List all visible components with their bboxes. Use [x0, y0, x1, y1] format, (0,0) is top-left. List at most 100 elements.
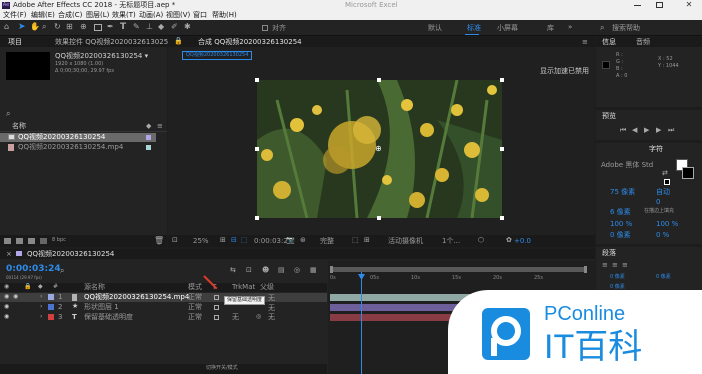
transparency-grid-icon[interactable]: ⊟ — [231, 237, 237, 244]
minimize-button[interactable] — [634, 5, 641, 6]
puppet-tool-icon[interactable]: ✱ — [184, 23, 191, 31]
exposure-value[interactable]: +0.0 — [514, 238, 531, 245]
layer-row[interactable]: ◉ ◉ › 1 QQ视频20200326130254.mp4 正常 — [0, 293, 327, 302]
stroke-width-value[interactable]: 6 像素 — [610, 209, 631, 216]
paragraph-tab[interactable]: 段落 — [602, 250, 616, 257]
bounding-handle[interactable] — [377, 216, 381, 220]
stamp-tool-icon[interactable]: ⊥ — [146, 23, 153, 31]
show-channel-icon[interactable]: ⊛ — [300, 237, 306, 244]
menu-window[interactable]: 窗口 — [193, 12, 207, 19]
workspace-small-screen[interactable]: 小屏幕 — [497, 25, 518, 32]
motion-blur-icon[interactable]: ◎ — [294, 267, 300, 274]
column-source-name[interactable]: 源名称 — [84, 284, 105, 291]
visibility-icon[interactable]: ◉ — [4, 314, 9, 320]
stroke-color-swatch[interactable] — [682, 167, 694, 179]
workspace-standard[interactable]: 标准 — [467, 25, 481, 32]
delete-icon[interactable]: 🗑 — [154, 237, 164, 245]
leading-value[interactable]: 自动 — [656, 189, 670, 196]
project-tab[interactable]: 项目 — [8, 39, 22, 46]
vertical-scale-value[interactable]: 100 % — [610, 221, 632, 228]
fast-preview-icon[interactable]: ⬚ — [352, 237, 359, 244]
flowchart-icon[interactable]: ⊞ — [364, 237, 370, 244]
timeline-search-icon[interactable]: ⌕ — [60, 267, 64, 275]
align-right-icon[interactable]: ≡ — [622, 262, 628, 269]
effects-controls-tab[interactable]: 效果控件 QQ视频20200326130254 — [55, 39, 173, 46]
play-icon[interactable]: ▶ — [644, 127, 649, 134]
previous-frame-icon[interactable]: ◀ — [632, 127, 637, 134]
column-name[interactable]: 名称 — [12, 123, 26, 130]
font-family-dropdown[interactable]: Adobe 黑体 Std — [601, 162, 653, 169]
draft-3d-icon[interactable]: ⊡ — [246, 267, 252, 274]
workspace-default[interactable]: 默认 — [428, 25, 442, 32]
lock-icon[interactable]: 🔒 — [174, 38, 183, 45]
expand-layer-icon[interactable]: › — [40, 294, 42, 300]
workspace-menu-icon[interactable]: » — [568, 24, 572, 31]
camera-tool-icon[interactable]: ⊞ — [66, 23, 73, 31]
column-trkmat[interactable]: TrkMat — [232, 284, 255, 291]
visibility-icon[interactable]: ◉ — [4, 304, 9, 310]
menu-file[interactable]: 文件(F) — [3, 12, 27, 19]
align-left-icon[interactable]: ≡ — [602, 262, 608, 269]
hand-tool-icon[interactable]: ✋ — [30, 23, 40, 31]
column-mode[interactable]: 模式 — [188, 284, 202, 291]
roto-tool-icon[interactable]: ✐ — [171, 23, 178, 31]
work-area-start-handle[interactable] — [330, 266, 333, 273]
toggle-switches-modes[interactable]: 切换开关/模式 — [206, 366, 238, 371]
zoom-tool-icon[interactable]: ⌕ — [42, 23, 46, 31]
selection-tool-icon[interactable]: ➤ — [18, 23, 26, 32]
layer-mode[interactable]: 正常 — [188, 304, 202, 311]
eraser-tool-icon[interactable]: ◆ — [158, 23, 164, 31]
bounding-handle[interactable] — [255, 78, 259, 82]
close-button[interactable]: ✕ — [680, 0, 698, 10]
menu-animation[interactable]: 动画(A) — [139, 12, 163, 19]
baseline-shift-value[interactable]: 0 像素 — [610, 232, 631, 239]
timeline-current-time[interactable]: 0:00:03:24 — [6, 265, 61, 274]
video-frame[interactable]: ⊕ — [257, 80, 502, 218]
first-frame-icon[interactable]: ⏮ — [620, 127, 626, 134]
maximize-button[interactable] — [656, 2, 663, 8]
anchor-point-icon[interactable]: ⊕ — [375, 145, 382, 153]
brush-tool-icon[interactable]: ✎ — [133, 23, 140, 31]
resolution-dropdown[interactable]: 完整 — [320, 238, 334, 245]
bounding-handle[interactable] — [500, 78, 504, 82]
layer-label-color[interactable] — [48, 294, 54, 300]
layer-name[interactable]: 形状图层 1 — [84, 304, 119, 311]
work-area-end-handle[interactable] — [584, 266, 587, 273]
comp-mini-flowchart-icon[interactable]: ⇆ — [230, 267, 236, 274]
info-tab[interactable]: 信息 — [602, 39, 616, 46]
project-search-icon[interactable]: ⌕ — [6, 110, 10, 118]
horizontal-scale-value[interactable]: 100 % — [656, 221, 678, 228]
layer-mode[interactable]: 正常 — [188, 294, 202, 301]
bounding-handle[interactable] — [377, 78, 381, 82]
black-white-swatch[interactable] — [664, 179, 670, 185]
view-layout-dropdown[interactable]: 1个... — [442, 238, 460, 245]
home-icon[interactable]: ⌂ — [4, 23, 13, 32]
align-checkbox[interactable] — [262, 25, 268, 31]
font-size-value[interactable]: 75 像素 — [610, 189, 635, 196]
pan-behind-tool-icon[interactable]: ⊕ — [80, 23, 87, 31]
expand-layer-icon[interactable]: › — [40, 314, 42, 320]
settings-icon[interactable] — [40, 238, 47, 244]
indent-right-value[interactable]: 0 像素 — [656, 275, 671, 280]
bounding-handle[interactable] — [255, 147, 259, 151]
type-tool-icon[interactable]: T — [120, 23, 126, 32]
time-ruler[interactable]: 0s 05s 10s 15s 20s 25s — [328, 275, 595, 284]
parent-dropdown[interactable]: 无 — [268, 314, 275, 321]
graph-editor-icon[interactable]: ▦ — [310, 267, 317, 274]
indent-left-value[interactable]: 0 像素 — [610, 275, 625, 280]
region-of-interest-icon[interactable]: ⬚ — [241, 237, 248, 244]
rectangle-tool-icon[interactable] — [94, 24, 102, 31]
bounding-handle[interactable] — [500, 147, 504, 151]
project-row[interactable]: QQ视频20200326130254.mp4 — [0, 143, 156, 152]
character-tab[interactable]: 字符 — [649, 146, 663, 153]
rotate-tool-icon[interactable]: ↻ — [54, 23, 61, 31]
composition-breadcrumb[interactable]: QQ视频20200326130254 — [182, 51, 253, 60]
audio-icon[interactable]: ◉ — [13, 294, 18, 300]
tsume-value[interactable]: 0 % — [656, 232, 669, 239]
last-frame-icon[interactable]: ⏭ — [668, 127, 674, 134]
menu-view[interactable]: 视图(V) — [166, 12, 190, 19]
shy-layers-icon[interactable]: ☻ — [262, 267, 269, 274]
bounding-handle[interactable] — [255, 216, 259, 220]
interpret-footage-icon[interactable] — [4, 238, 11, 244]
workspace-library[interactable]: 库 — [547, 25, 554, 32]
